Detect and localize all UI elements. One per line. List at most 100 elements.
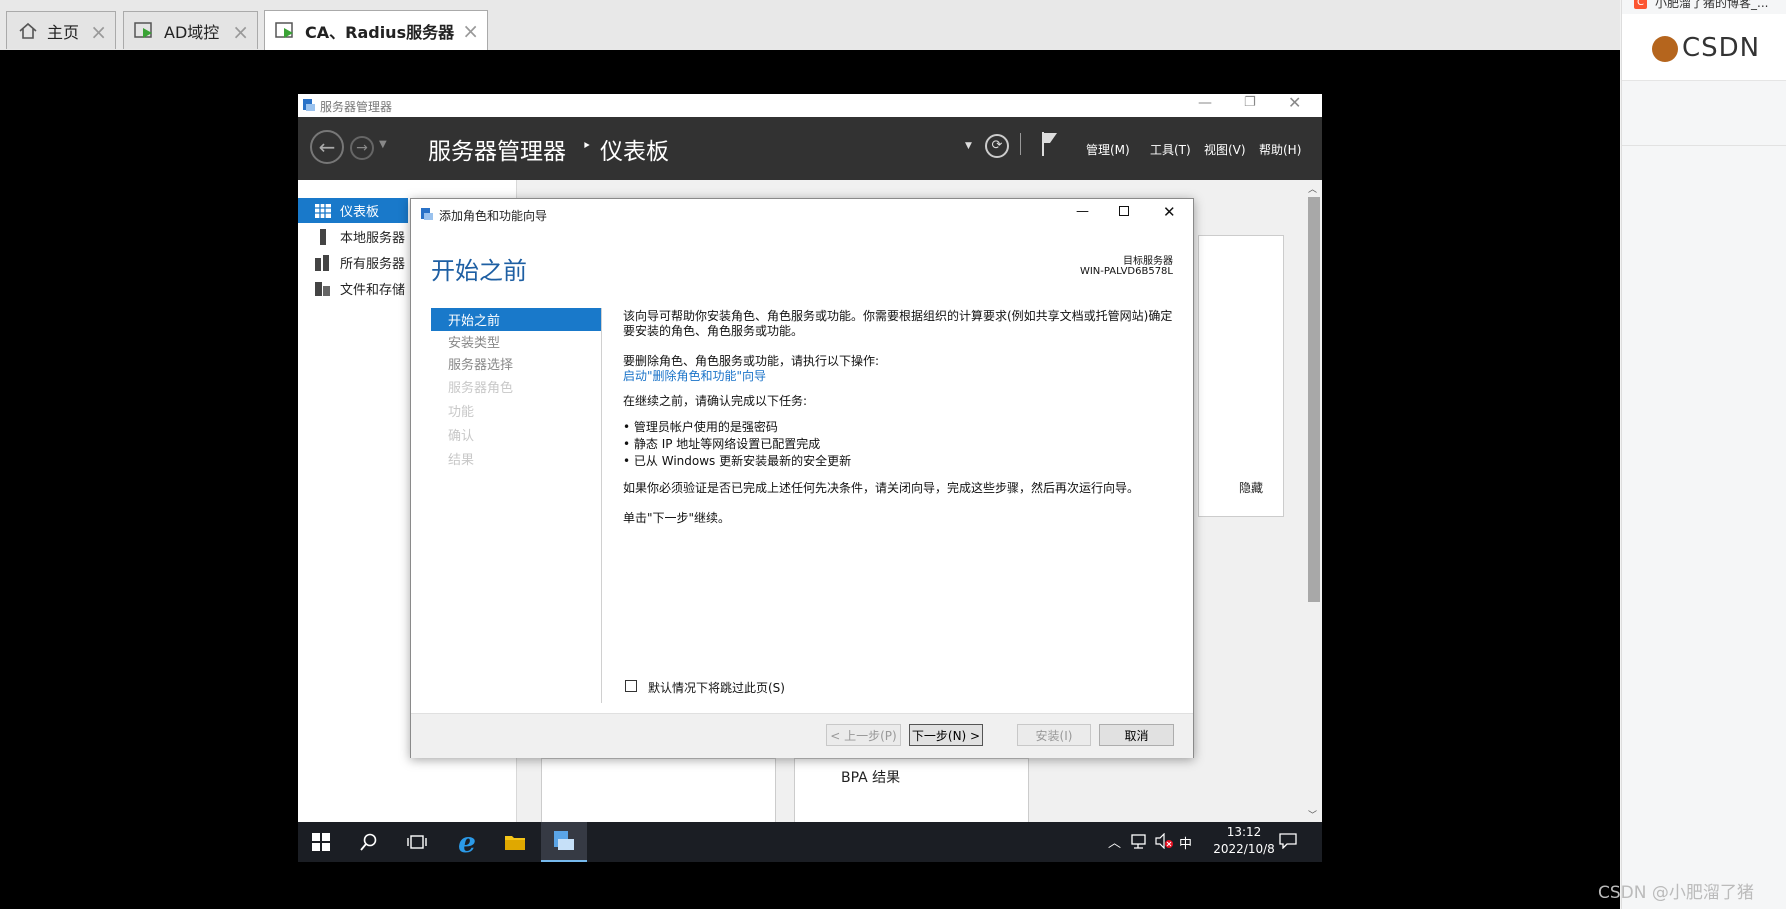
remove-roles-link[interactable]: 启动"删除角色和功能"向导: [623, 367, 766, 384]
restore-button[interactable]: ❐: [1244, 95, 1256, 110]
step-label: 安装类型: [448, 336, 501, 351]
host-tab-label: CA、Radius服务器: [305, 23, 455, 42]
search-icon[interactable]: [346, 822, 392, 862]
step-label: 开始之前: [448, 314, 501, 329]
verify-text: 如果你必须验证是否已完成上述任何先决条件，请关闭向导，完成这些步骤，然后再次运行…: [623, 481, 1140, 495]
scrollbar[interactable]: ︿ ﹀: [1305, 180, 1322, 824]
minimize-button[interactable]: —: [1076, 204, 1089, 219]
close-icon[interactable]: ×: [90, 20, 107, 44]
window-title: 服务器管理器: [320, 100, 393, 114]
csdn-logo-card[interactable]: CSDN: [1622, 14, 1786, 81]
sidebar-item-local-server[interactable]: 本地服务器: [298, 224, 408, 249]
menu-help[interactable]: 帮助(H): [1259, 141, 1301, 158]
wizard-step-server-selection[interactable]: 服务器选择: [431, 352, 601, 375]
maximize-button[interactable]: [1119, 206, 1129, 216]
server-manager-icon: [302, 98, 316, 112]
action-center-icon[interactable]: [1279, 833, 1297, 850]
volume-muted-icon[interactable]: [1154, 832, 1174, 850]
cancel-button[interactable]: 取消: [1099, 724, 1174, 746]
skip-page-checkbox[interactable]: [625, 680, 637, 692]
sidebar-item-file-storage[interactable]: 文件和存储: [298, 276, 408, 301]
step-label: 服务器角色: [448, 381, 514, 396]
close-icon[interactable]: ×: [462, 19, 479, 43]
step-label: 结果: [448, 453, 475, 468]
bullet-text: 管理员帐户使用的是强密码: [633, 420, 778, 434]
csdn-logo: CSDN: [1682, 33, 1761, 63]
chevron-down-icon[interactable]: ▼: [379, 139, 387, 150]
target-server-name: WIN-PALVD6B578L: [1079, 266, 1173, 277]
divider: [1622, 145, 1786, 146]
server-icon: [314, 228, 332, 245]
task-view-icon[interactable]: [394, 822, 440, 862]
bullet-text: 已从 Windows 更新安装最新的安全更新: [633, 454, 852, 468]
wizard-step-installation-type[interactable]: 安装类型: [431, 330, 601, 353]
sidebar-item-label: 文件和存储: [340, 283, 406, 298]
host-tab-bar: 主页 × AD域控 × CA、Radius服务器 ×: [0, 0, 1620, 51]
bullet-text: 静态 IP 地址等网络设置已配置完成: [633, 437, 821, 451]
step-label: 确认: [448, 429, 475, 444]
flag-icon[interactable]: [1040, 130, 1060, 158]
bullet-item: • 已从 Windows 更新安装最新的安全更新: [623, 454, 852, 468]
wizard-step-before-you-begin[interactable]: 开始之前: [431, 308, 601, 331]
file-explorer-icon[interactable]: [492, 822, 538, 862]
internet-explorer-icon[interactable]: e: [444, 822, 490, 862]
skip-page-label[interactable]: 默认情况下将跳过此页(S): [648, 679, 785, 696]
server-manager-titlebar: 服务器管理器 — ❐ ✕: [298, 93, 1322, 117]
previous-button[interactable]: < 上一步(P): [826, 724, 901, 746]
csdn-side-panel: C 小肥溜了猪的博客_... CSDN: [1621, 0, 1786, 909]
breadcrumb-root: 服务器管理器: [428, 139, 566, 165]
wizard-footer: < 上一步(P) 下一步(N) > 安装(I) 取消: [411, 713, 1193, 758]
divider: [1020, 133, 1021, 155]
wizard-title: 添加角色和功能向导: [439, 209, 548, 223]
sidebar-item-dashboard[interactable]: 仪表板: [298, 198, 408, 223]
storage-icon: [314, 281, 332, 297]
close-icon[interactable]: ×: [232, 20, 249, 44]
server-manager-header: ← → ▼ 服务器管理器 ‣ 仪表板 ▼ ⟳ 管理(M) 工具(T) 视图(V)…: [298, 117, 1322, 180]
next-button[interactable]: 下一步(N) >: [909, 724, 983, 746]
wizard-step-results: 结果: [431, 447, 601, 470]
hide-link[interactable]: 隐藏: [1239, 479, 1263, 496]
ime-indicator[interactable]: 中: [1179, 833, 1192, 852]
server-manager-icon: [420, 207, 434, 221]
servers-icon: [314, 254, 332, 271]
prerequisites-heading: 在继续之前，请确认完成以下任务:: [623, 394, 808, 408]
divider: [601, 308, 602, 703]
dashboard-icon: [314, 203, 332, 218]
wizard-step-features: 功能: [431, 399, 601, 422]
host-tab-ca-radius[interactable]: CA、Radius服务器 ×: [264, 10, 488, 51]
wizard-step-server-roles: 服务器角色: [431, 375, 601, 398]
start-button[interactable]: [298, 822, 344, 862]
server-manager-taskbar-icon[interactable]: [541, 822, 587, 862]
install-button[interactable]: 安装(I): [1017, 724, 1091, 746]
scrollbar-thumb[interactable]: [1308, 197, 1320, 602]
chevron-down-icon[interactable]: ﹀: [1308, 808, 1317, 821]
step-label: 服务器选择: [448, 358, 514, 373]
minimize-button[interactable]: —: [1198, 95, 1212, 111]
host-tab-ad[interactable]: AD域控 ×: [123, 11, 258, 49]
step-label: 功能: [448, 405, 475, 420]
csdn-small-logo-icon: C: [1634, 0, 1647, 9]
menu-view[interactable]: 视图(V): [1204, 141, 1246, 158]
dashboard-tile: [541, 758, 776, 830]
close-button[interactable]: ✕: [1288, 93, 1301, 112]
chevron-up-icon[interactable]: ︿: [1108, 832, 1121, 851]
menu-manage[interactable]: 管理(M): [1086, 141, 1130, 158]
host-tab-home[interactable]: 主页 ×: [6, 11, 116, 49]
chevron-down-icon[interactable]: ▼: [965, 141, 972, 151]
bpa-results-label[interactable]: BPA 结果: [841, 767, 900, 787]
target-server-label: 目标服务器: [1123, 256, 1173, 267]
refresh-icon[interactable]: ⟳: [985, 134, 1009, 158]
add-roles-wizard-dialog: 添加角色和功能向导 — ✕ 开始之前 目标服务器 WIN-PALVD6B578L…: [410, 198, 1194, 758]
vm-icon: [134, 20, 156, 42]
wizard-step-confirmation: 确认: [431, 423, 601, 446]
forward-icon[interactable]: →: [350, 136, 374, 160]
sidebar-item-all-servers[interactable]: 所有服务器: [298, 250, 408, 275]
menu-tools[interactable]: 工具(T): [1150, 141, 1191, 158]
clock-date[interactable]: 2022/10/8: [1200, 842, 1288, 856]
network-icon[interactable]: [1130, 833, 1148, 849]
close-button[interactable]: ✕: [1163, 203, 1176, 221]
bullet-item: • 静态 IP 地址等网络设置已配置完成: [623, 437, 821, 451]
clock-time[interactable]: 13:12: [1216, 825, 1272, 839]
chevron-up-icon[interactable]: ︿: [1308, 182, 1317, 195]
back-icon[interactable]: ←: [310, 130, 344, 164]
